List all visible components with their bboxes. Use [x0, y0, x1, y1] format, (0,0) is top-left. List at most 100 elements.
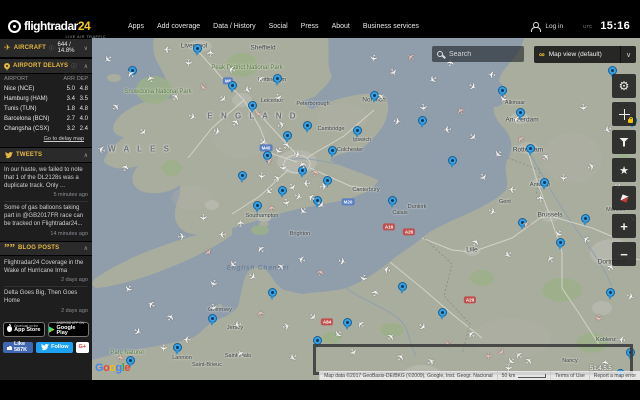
google-plus-button[interactable]: G+ — [76, 342, 90, 353]
aircraft-icon[interactable]: ✈ — [145, 296, 159, 310]
nav-item[interactable]: Business services — [363, 23, 419, 30]
aircraft-icon[interactable]: ✈ — [465, 326, 479, 340]
aircraft-icon[interactable]: ✈ — [537, 193, 547, 203]
aircraft-icon[interactable]: ✈ — [576, 102, 588, 114]
map-pin[interactable] — [418, 116, 427, 125]
aircraft-icon[interactable]: ✈ — [305, 311, 319, 325]
delay-row[interactable]: Nice (NCE)5.04.8 — [4, 84, 88, 94]
aircraft-icon[interactable]: ✈ — [256, 307, 268, 319]
info-icon[interactable]: ⓘ — [71, 62, 77, 70]
aircraft-icon[interactable]: ✈ — [165, 311, 179, 325]
map-canvas[interactable]: LiverpoolSheffieldNottinghamLeicesterPet… — [92, 38, 640, 380]
map-pin[interactable] — [353, 126, 362, 135]
aircraft-icon[interactable]: ✈ — [465, 131, 479, 145]
nav-item[interactable]: Social — [269, 23, 288, 30]
aircraft-icon[interactable]: ✈ — [125, 66, 139, 80]
map-pin[interactable] — [273, 74, 282, 83]
aircraft-icon[interactable]: ✈ — [316, 267, 329, 280]
aircraft-icon[interactable]: ✈ — [162, 43, 172, 53]
aircraft-icon[interactable]: ✈ — [275, 261, 289, 275]
aircraft-icon[interactable]: ✈ — [366, 52, 378, 64]
aircraft-icon[interactable]: ✈ — [540, 151, 554, 165]
nav-item[interactable]: Add coverage — [157, 23, 200, 30]
aircraft-icon[interactable]: ✈ — [318, 182, 330, 194]
aircraft-icon[interactable]: ✈ — [296, 252, 309, 265]
aircraft-icon[interactable]: ✈ — [177, 233, 188, 244]
aircraft-icon[interactable]: ✈ — [557, 173, 567, 183]
map-pin[interactable] — [438, 308, 447, 317]
map-pin[interactable] — [268, 288, 277, 297]
aircraft-icon[interactable]: ✈ — [231, 317, 243, 329]
map-pin[interactable] — [526, 144, 535, 153]
pan-lock-button[interactable] — [612, 102, 636, 126]
map-view-selector[interactable]: ∞ Map view (default) ∨ — [534, 46, 636, 63]
aircraft-icon[interactable]: ✈ — [207, 48, 217, 58]
chevron-up-icon[interactable]: ∧ — [84, 152, 88, 159]
aircraft-icon[interactable]: ✈ — [100, 51, 114, 65]
aircraft-icon[interactable]: ✈ — [624, 292, 637, 305]
app-store-badge[interactable]: Download on theApp Store — [3, 322, 45, 337]
map-pin[interactable] — [208, 314, 217, 323]
aircraft-icon[interactable]: ✈ — [591, 312, 603, 324]
aircraft-icon[interactable]: ✈ — [521, 217, 534, 230]
google-logo[interactable]: Google — [95, 362, 130, 374]
aircraft-icon[interactable]: ✈ — [182, 333, 193, 344]
aircraft-icon[interactable]: ✈ — [405, 49, 419, 63]
aircraft-icon[interactable]: ✈ — [271, 173, 285, 187]
chevron-down-icon[interactable]: ∨ — [620, 46, 636, 63]
delay-map-link[interactable]: Go to delay map — [4, 134, 88, 146]
search-box[interactable] — [432, 46, 524, 62]
map-pin[interactable] — [228, 81, 237, 90]
aircraft-icon[interactable]: ✈ — [371, 287, 383, 299]
aircraft-icon[interactable]: ✈ — [157, 343, 168, 354]
aircraft-icon[interactable]: ✈ — [475, 171, 489, 185]
aircraft-icon[interactable]: ✈ — [255, 171, 266, 182]
map-pin[interactable] — [448, 156, 457, 165]
map-pin[interactable] — [398, 282, 407, 291]
feed-item[interactable]: Flightradar24 Coverage in the Wake of Hu… — [4, 257, 88, 288]
aircraft-icon[interactable]: ✈ — [279, 197, 291, 209]
map-pin[interactable] — [303, 121, 312, 130]
delay-row[interactable]: Hamburg (HAM)3.43.5 — [4, 94, 88, 104]
aircraft-icon[interactable]: ✈ — [311, 167, 324, 180]
aircraft-icon[interactable]: ✈ — [490, 146, 504, 160]
map-pin[interactable] — [606, 288, 615, 297]
chevron-up-icon[interactable]: ∧ — [84, 63, 88, 70]
aircraft-icon[interactable]: ✈ — [146, 72, 159, 85]
aircraft-icon[interactable]: ✈ — [200, 246, 214, 260]
map-pin[interactable] — [328, 146, 337, 155]
aircraft-icon[interactable]: ✈ — [465, 81, 479, 95]
aircraft-icon[interactable]: ✈ — [356, 272, 368, 284]
aircraft-icon[interactable]: ✈ — [197, 213, 208, 224]
aircraft-icon[interactable]: ✈ — [237, 218, 248, 229]
delay-row[interactable]: Barcelona (BCN)2.74.0 — [4, 114, 88, 124]
aircraft-icon[interactable]: ✈ — [455, 103, 469, 117]
aircraft-icon[interactable]: ✈ — [300, 176, 312, 188]
delay-row[interactable]: Changsha (CSX)3.22.4 — [4, 124, 88, 134]
feed-item[interactable]: Delta Goes Big, Then Goes Home2 days ago — [4, 287, 88, 317]
aircraft-icon[interactable]: ✈ — [391, 117, 403, 129]
aircraft-icon[interactable]: ✈ — [486, 207, 499, 220]
aircraft-icon[interactable]: ✈ — [441, 122, 453, 134]
aircraft-icon[interactable]: ✈ — [226, 62, 239, 75]
nav-item[interactable]: Apps — [128, 23, 144, 30]
aircraft-icon[interactable]: ✈ — [245, 271, 259, 285]
google-play-badge[interactable]: ANDROID APP ONGoogle Play — [48, 322, 90, 337]
aircraft-icon[interactable]: ✈ — [580, 231, 594, 245]
aircraft-icon[interactable]: ✈ — [255, 241, 269, 255]
aircraft-icon[interactable]: ✈ — [264, 154, 277, 167]
map-pin[interactable] — [343, 318, 352, 327]
chevron-up-icon[interactable]: ∧ — [84, 245, 88, 252]
feed-item[interactable]: In our haste, we failed to note that 1 o… — [4, 164, 88, 202]
aircraft-icon[interactable]: ✈ — [545, 251, 559, 265]
aircraft-icon[interactable]: ✈ — [425, 71, 439, 85]
tweets-section-header[interactable]: TWEETS ∧ — [0, 147, 92, 163]
locate-button[interactable] — [612, 186, 636, 210]
aircraft-icon[interactable]: ✈ — [120, 281, 134, 295]
facebook-like-button[interactable]: Like 587K — [3, 342, 33, 353]
filter-button[interactable] — [612, 130, 636, 154]
aircraft-icon[interactable]: ✈ — [507, 183, 517, 193]
aircraft-icon[interactable]: ✈ — [211, 127, 223, 139]
map-pin[interactable] — [173, 343, 182, 352]
aircraft-icon[interactable]: ✈ — [135, 126, 149, 140]
